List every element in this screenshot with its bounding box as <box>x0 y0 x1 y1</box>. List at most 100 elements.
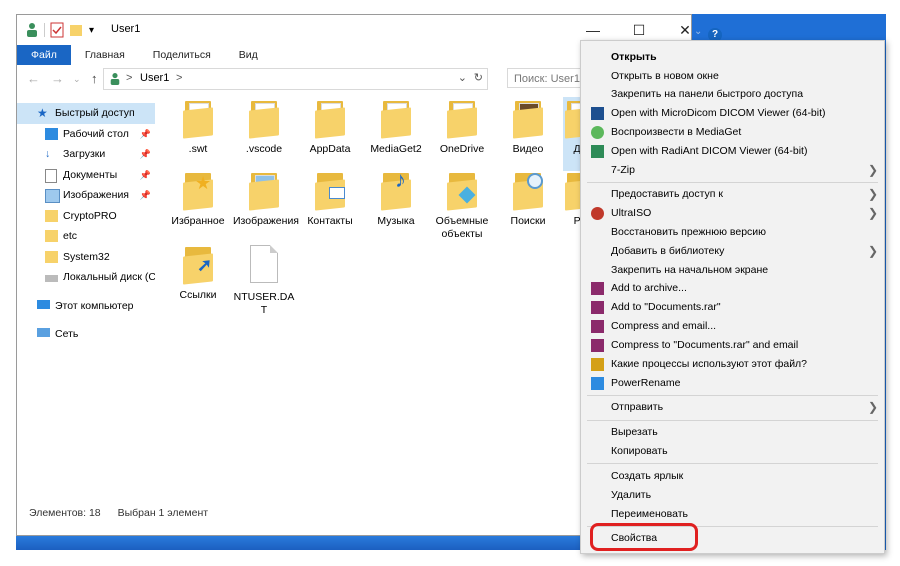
address-dropdown-icon[interactable]: ⌄ <box>458 71 467 84</box>
menu-item-7zip[interactable]: 7-Zip ❯ <box>581 161 884 180</box>
menu-item-open-new-window[interactable]: Открыть в новом окне <box>581 67 884 86</box>
menu-item-create-shortcut[interactable]: Создать ярлык <box>581 467 884 486</box>
menu-item-file-locksmith[interactable]: Какие процессы используют этот файл? <box>581 355 884 374</box>
menu-item-powerrename[interactable]: PowerRename <box>581 374 884 393</box>
list-item[interactable]: Видео <box>497 99 559 156</box>
up-arrow-icon[interactable]: ↑ <box>91 71 98 86</box>
menu-item-mediaget[interactable]: Воспроизвести в MediaGet <box>581 123 884 142</box>
menu-item-send-to[interactable]: Отправить ❯ <box>581 398 884 417</box>
microdicom-icon <box>591 107 604 120</box>
menu-item-delete[interactable]: Удалить <box>581 486 884 505</box>
nav-item-local-disk[interactable]: Локальный диск (C <box>17 267 155 288</box>
menu-item-rename[interactable]: Переименовать <box>581 505 884 524</box>
list-item[interactable]: ♪ Музыка <box>365 169 427 228</box>
item-label: Ссылки <box>179 289 217 301</box>
breadcrumb-separator: > <box>126 72 133 84</box>
list-item[interactable]: NTUSER.DAT <box>233 245 295 317</box>
menu-item-radiant[interactable]: Open with RadiAnt DICOM Viewer (64-bit) <box>581 142 884 161</box>
list-item[interactable]: .vscode <box>233 99 295 156</box>
menu-item-ultraiso[interactable]: UltraISO ❯ <box>581 204 884 223</box>
item-count: Элементов: 18 <box>29 507 101 519</box>
pictures-folder-icon <box>249 171 279 211</box>
new-folder-icon[interactable] <box>69 23 83 37</box>
menu-item-add-archive[interactable]: Add to archive... <box>581 279 884 298</box>
menu-item-cut[interactable]: Вырезать <box>581 423 884 442</box>
menu-item-label: Закрепить на начальном экране <box>611 264 769 276</box>
menu-item-pin-quick-access[interactable]: Закрепить на панели быстрого доступа <box>581 85 884 104</box>
menu-item-label: Отправить <box>611 401 664 413</box>
pin-icon[interactable]: 📌 <box>140 144 151 165</box>
nav-item-downloads[interactable]: ↓ Загрузки 📌 <box>17 144 155 165</box>
item-label: Видео <box>512 143 544 155</box>
list-item[interactable]: OneDrive <box>431 99 493 156</box>
lock-icon <box>591 358 604 371</box>
list-item[interactable]: ★ Избранное <box>167 171 229 228</box>
menu-item-share[interactable]: Предоставить доступ к ❯ <box>581 185 884 204</box>
item-label: Музыка <box>377 215 415 227</box>
breadcrumb[interactable]: User1 <box>140 72 169 84</box>
menu-item-compress-rar-email[interactable]: Compress to "Documents.rar" and email <box>581 336 884 355</box>
qa-dropdown-icon[interactable]: ▾ <box>89 25 94 36</box>
properties-icon[interactable] <box>50 22 64 38</box>
tab-home[interactable]: Главная <box>71 45 139 65</box>
menu-item-add-documents-rar[interactable]: Add to "Documents.rar" <box>581 298 884 317</box>
menu-item-open[interactable]: Открыть <box>581 48 884 67</box>
pin-icon[interactable]: 📌 <box>140 185 151 206</box>
user-folder-icon[interactable] <box>25 22 39 38</box>
nav-item-documents[interactable]: Документы 📌 <box>17 165 155 186</box>
nav-item-label: Быстрый доступ <box>55 107 135 119</box>
menu-item-pin-start[interactable]: Закрепить на начальном экране <box>581 261 884 280</box>
pin-icon[interactable]: 📌 <box>140 124 151 145</box>
address-bar[interactable]: > User1 > ⌄ ↻ <box>103 68 488 90</box>
menu-item-label: Копировать <box>611 445 668 457</box>
menu-item-add-library[interactable]: Добавить в библиотеку ❯ <box>581 242 884 261</box>
menu-item-label: Восстановить прежнюю версию <box>611 226 767 238</box>
pin-icon[interactable]: 📌 <box>140 165 151 186</box>
menu-item-label: Открыть <box>611 51 657 63</box>
list-item[interactable]: .swt <box>167 99 229 156</box>
menu-item-restore-version[interactable]: Восстановить прежнюю версию <box>581 223 884 242</box>
nav-item-desktop[interactable]: Рабочий стол 📌 <box>17 124 155 145</box>
forward-arrow-icon[interactable]: → <box>51 71 64 86</box>
folder-icon <box>249 99 279 139</box>
nav-item-quick-access[interactable]: ★ Быстрый доступ <box>17 103 155 124</box>
menu-item-label: Compress to "Documents.rar" and email <box>611 339 799 351</box>
menu-item-microdicom[interactable]: Open with MicroDicom DICOM Viewer (64-bi… <box>581 104 884 123</box>
menu-item-label: Предоставить доступ к <box>611 188 723 200</box>
list-item[interactable]: Изображения <box>233 171 299 228</box>
nav-item-etc[interactable]: etc <box>17 226 155 247</box>
nav-item-this-pc[interactable]: Этот компьютер <box>17 296 155 317</box>
chevron-down-icon[interactable]: ⌄ <box>694 26 702 37</box>
list-item[interactable]: ➚ Ссылки <box>167 245 229 302</box>
submenu-arrow-icon: ❯ <box>867 244 878 258</box>
nav-item-system32[interactable]: System32 <box>17 247 155 268</box>
list-item[interactable]: Поиски <box>497 171 559 228</box>
menu-item-copy[interactable]: Копировать <box>581 442 884 461</box>
list-item[interactable]: AppData <box>299 99 361 156</box>
nav-item-network[interactable]: Сеть <box>17 324 155 345</box>
folder-icon <box>183 99 213 139</box>
list-item[interactable]: Объемные объекты <box>431 171 493 241</box>
folder-icon <box>45 230 58 242</box>
menu-item-label: UltraISO <box>611 207 652 219</box>
star-icon: ★ <box>37 106 48 120</box>
item-label: NTUSER.DAT <box>233 291 295 316</box>
tab-share[interactable]: Поделиться <box>139 45 225 65</box>
nav-item-cryptopro[interactable]: CryptoPRO <box>17 206 155 227</box>
powerrename-icon <box>591 377 604 390</box>
nav-item-label: etc <box>63 230 78 242</box>
nav-item-pictures[interactable]: Изображения 📌 <box>17 185 155 206</box>
desktop-icon <box>45 127 58 140</box>
recent-chevron-icon[interactable]: ⌄ <box>73 74 81 85</box>
list-item[interactable]: MediaGet2 <box>365 99 427 156</box>
back-arrow-icon[interactable]: ← <box>27 71 40 86</box>
user-folder-icon <box>110 73 120 85</box>
menu-item-compress-email[interactable]: Compress and email... <box>581 317 884 336</box>
nav-item-label: Изображения <box>63 189 129 201</box>
list-item[interactable]: Контакты <box>299 171 361 228</box>
refresh-icon[interactable]: ↻ <box>474 71 483 84</box>
item-label: .swt <box>188 143 208 155</box>
tab-view[interactable]: Вид <box>225 45 272 65</box>
tab-file[interactable]: Файл <box>17 45 71 65</box>
menu-item-label: Удалить <box>611 489 652 501</box>
